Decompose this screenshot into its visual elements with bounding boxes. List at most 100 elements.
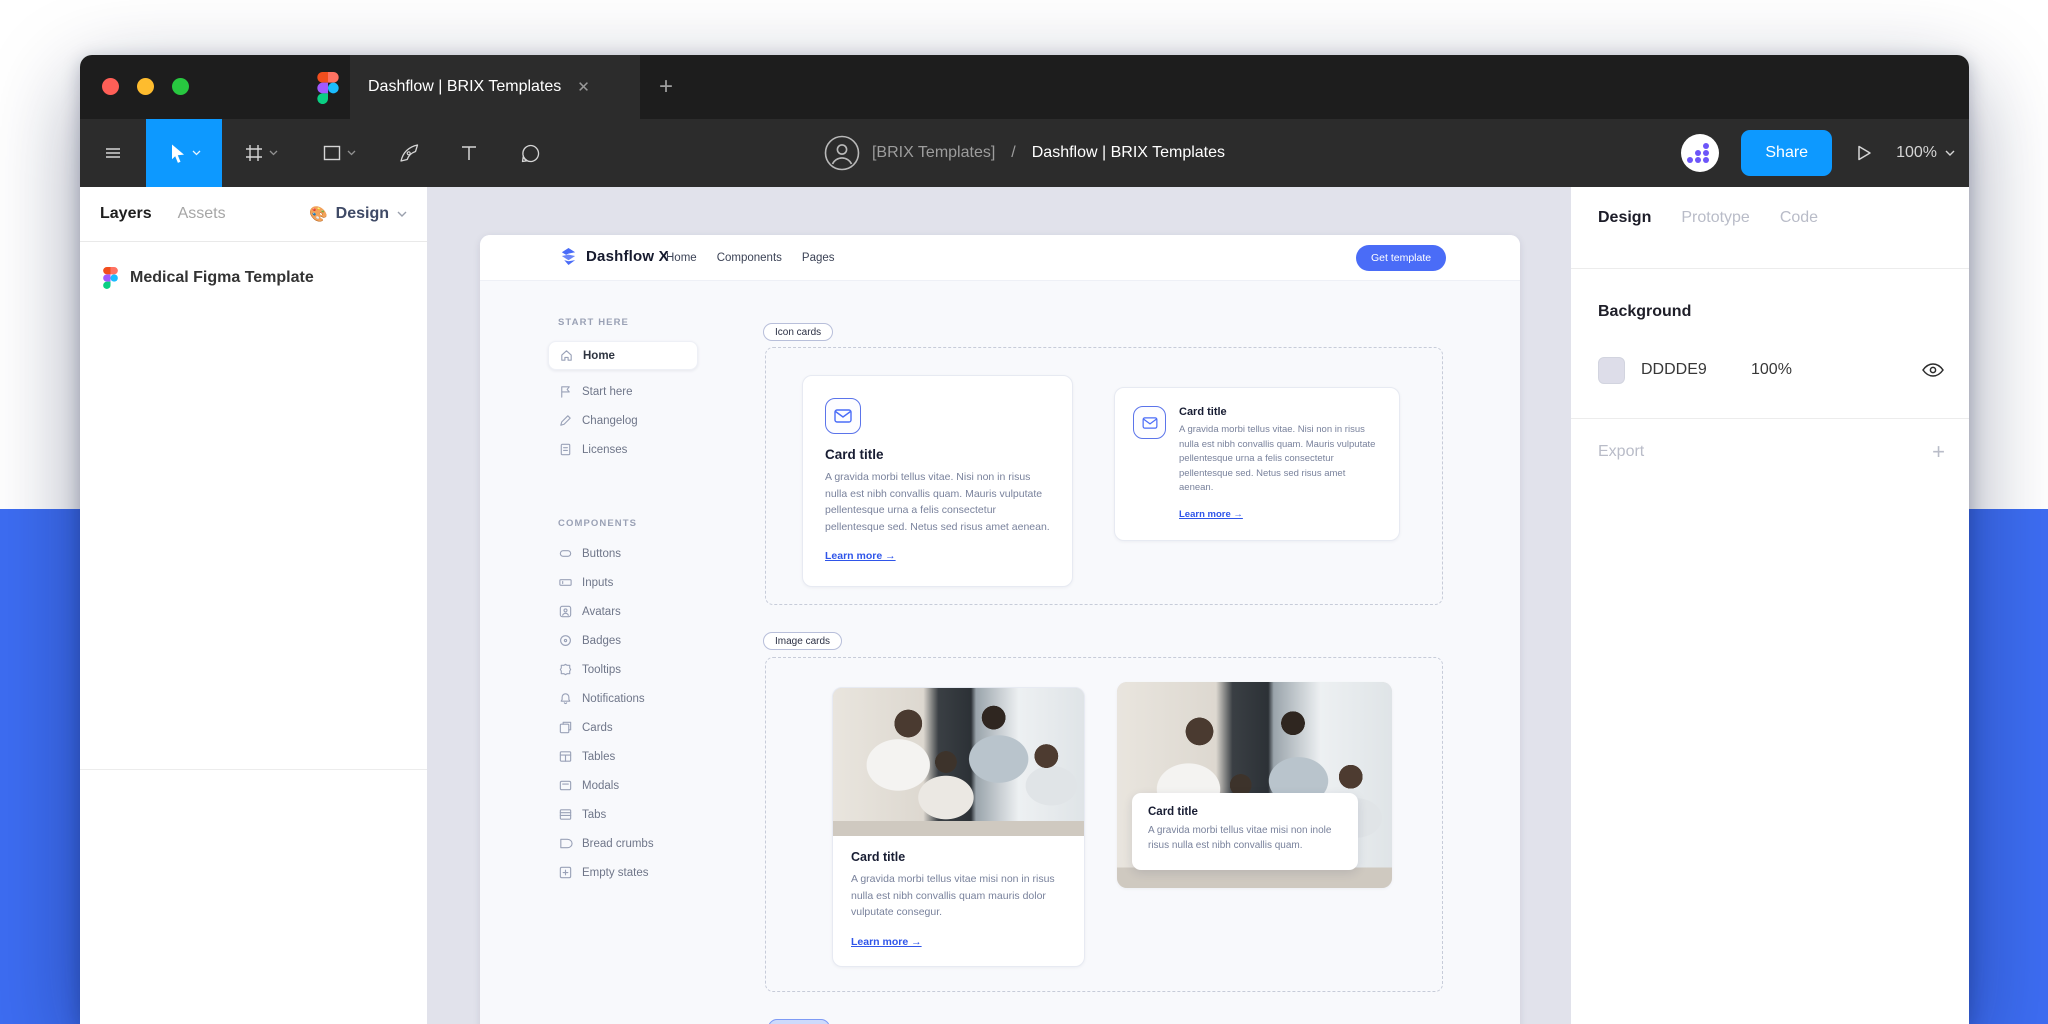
sidebar-item-tabs[interactable]: Tabs xyxy=(558,800,708,829)
flag-icon xyxy=(561,386,570,398)
layer-row[interactable]: Medical Figma Template xyxy=(103,267,314,289)
tab-layers[interactable]: Layers xyxy=(100,205,152,223)
panel-tabs: Layers Assets 🎨 Design xyxy=(80,187,427,242)
card-body: A gravida morbi tellus vitae. Nisi non i… xyxy=(825,471,1050,533)
close-traffic-light[interactable] xyxy=(102,78,119,95)
window-content: Layers Assets 🎨 Design Medical Figma Tem… xyxy=(80,187,1969,1024)
sidebar-item-badges[interactable]: Badges xyxy=(558,626,708,655)
frame-tool-button[interactable] xyxy=(222,119,300,187)
nav-components[interactable]: Components xyxy=(717,252,782,264)
card-body: A gravida morbi tellus vitae. Nisi non i… xyxy=(1179,424,1376,493)
visibility-eye-icon[interactable] xyxy=(1921,362,1945,378)
sidebar-item-licenses[interactable]: Licenses xyxy=(558,435,708,464)
hamburger-icon xyxy=(106,148,120,158)
color-opacity-value[interactable]: 100% xyxy=(1751,361,1792,379)
file-tab-title: Dashflow | BRIX Templates xyxy=(368,78,562,95)
nav-pages[interactable]: Pages xyxy=(802,252,835,264)
collaborator-avatar[interactable] xyxy=(1681,134,1720,172)
card-title: Card title xyxy=(825,447,884,462)
sidebar-item-modals[interactable]: Modals xyxy=(558,771,708,800)
tooltip-icon xyxy=(559,663,572,676)
inspector-panel: Design Prototype Code Background DDDDE9 … xyxy=(1571,187,1969,1024)
tab-assets[interactable]: Assets xyxy=(178,205,226,223)
page-selector[interactable]: 🎨 Design xyxy=(309,205,407,223)
comment-icon xyxy=(521,144,539,162)
modal-icon xyxy=(559,780,572,791)
sidebar-item-label: Avatars xyxy=(582,605,621,618)
canvas[interactable]: Dashflow X Home Components Pages Get tem… xyxy=(427,187,1571,1024)
card-title: Card title xyxy=(1148,806,1198,818)
color-swatch[interactable] xyxy=(1598,356,1625,384)
sidebar-item-tables[interactable]: Tables xyxy=(558,742,708,771)
learn-more-link[interactable]: Learn more → xyxy=(825,550,896,562)
breadcrumb-filename[interactable]: Dashflow | BRIX Templates xyxy=(1032,144,1225,162)
brand-name: Dashflow X xyxy=(586,248,669,265)
sidebar-item-empty-states[interactable]: Empty states xyxy=(558,858,708,887)
nav-home[interactable]: Home xyxy=(666,252,697,264)
design-frame[interactable]: Dashflow X Home Components Pages Get tem… xyxy=(480,235,1520,1024)
shape-tool-button[interactable] xyxy=(300,119,378,187)
learn-more-link[interactable]: Learn more → xyxy=(1179,509,1243,520)
empty-state-icon xyxy=(559,866,572,879)
tab-close-icon[interactable]: ✕ xyxy=(577,78,590,96)
fullscreen-traffic-light[interactable] xyxy=(172,78,189,95)
export-section-row: Export + xyxy=(1598,439,1945,465)
sidebar-item-cards[interactable]: Cards xyxy=(558,713,708,742)
team-photo xyxy=(833,688,1084,836)
comment-tool-button[interactable] xyxy=(498,119,562,187)
sidebar-item-notifications[interactable]: Notifications xyxy=(558,684,708,713)
icon-card-small[interactable]: Card title A gravida morbi tellus vitae.… xyxy=(1114,387,1400,541)
toolbar: [BRIX Templates] / Dashflow | BRIX Templ… xyxy=(80,119,1969,187)
minimize-traffic-light[interactable] xyxy=(137,78,154,95)
input-icon xyxy=(559,579,572,586)
learn-more-link[interactable]: Learn more → xyxy=(851,936,922,948)
account-avatar-icon[interactable] xyxy=(824,135,860,171)
sidebar-item-start-here[interactable]: Start here xyxy=(558,377,708,406)
sidebar-item-avatars[interactable]: Avatars xyxy=(558,597,708,626)
image-card-2[interactable]: Card title A gravida morbi tellus vitae … xyxy=(1117,682,1392,888)
sidebar-item-changelog[interactable]: Changelog xyxy=(558,406,708,435)
sidebar-item-label: Licenses xyxy=(582,443,628,456)
cards-icon xyxy=(559,721,572,734)
chevron-down-icon xyxy=(397,211,407,217)
sidebar-item-buttons[interactable]: Buttons xyxy=(558,539,708,568)
sidebar-item-bread-crumbs[interactable]: Bread crumbs xyxy=(558,829,708,858)
get-template-button[interactable]: Get template xyxy=(1356,245,1447,271)
layers-panel: Layers Assets 🎨 Design Medical Figma Tem… xyxy=(80,187,427,1024)
color-hex-value[interactable]: DDDDE9 xyxy=(1641,361,1751,379)
tab-prototype[interactable]: Prototype xyxy=(1681,209,1749,227)
sidebar-item-label: Cards xyxy=(582,721,613,734)
image-card-1[interactable]: Card title A gravida morbi tellus vitae … xyxy=(832,687,1085,967)
sidebar-item-label: Modals xyxy=(582,779,620,792)
figma-window: Dashflow | BRIX Templates ✕ + [BRIX Temp… xyxy=(80,55,1969,1024)
tab-code[interactable]: Code xyxy=(1780,209,1818,227)
zoom-menu[interactable]: 100% xyxy=(1896,144,1955,162)
share-button[interactable]: Share xyxy=(1741,130,1833,176)
dashflow-logo-icon xyxy=(561,247,576,266)
chevron-down-icon xyxy=(347,150,356,156)
avatar-icon xyxy=(559,605,572,618)
site-header: Dashflow X Home Components Pages Get tem… xyxy=(480,235,1520,281)
pen-tool-button[interactable] xyxy=(378,119,440,187)
add-export-button[interactable]: + xyxy=(1932,439,1945,465)
text-tool-button[interactable] xyxy=(440,119,498,187)
sidebar-item-label: Tabs xyxy=(582,808,607,821)
palette-emoji-icon: 🎨 xyxy=(308,206,328,223)
sidebar-item-inputs[interactable]: Inputs xyxy=(558,568,708,597)
sidebar-item-home[interactable]: Home xyxy=(548,341,698,370)
badge-icon xyxy=(560,635,571,646)
tab-design[interactable]: Design xyxy=(1598,209,1651,227)
breadcrumb-project[interactable]: [BRIX Templates] xyxy=(872,144,995,162)
move-tool-button[interactable] xyxy=(146,119,222,187)
sidebar-item-label: Buttons xyxy=(582,547,621,560)
sidebar-item-tooltips[interactable]: Tooltips xyxy=(558,655,708,684)
present-play-icon[interactable] xyxy=(1854,143,1874,163)
site-brand: Dashflow X xyxy=(559,247,669,266)
main-menu-button[interactable] xyxy=(80,119,146,187)
section-tag-partial xyxy=(768,1019,830,1024)
file-tab[interactable]: Dashflow | BRIX Templates ✕ xyxy=(350,55,640,119)
icon-card-large[interactable]: Card title A gravida morbi tellus vitae.… xyxy=(802,375,1073,587)
section-tag-image-cards[interactable]: Image cards xyxy=(763,632,843,650)
new-tab-button[interactable]: + xyxy=(643,55,689,119)
section-tag-icon-cards[interactable]: Icon cards xyxy=(763,323,834,341)
